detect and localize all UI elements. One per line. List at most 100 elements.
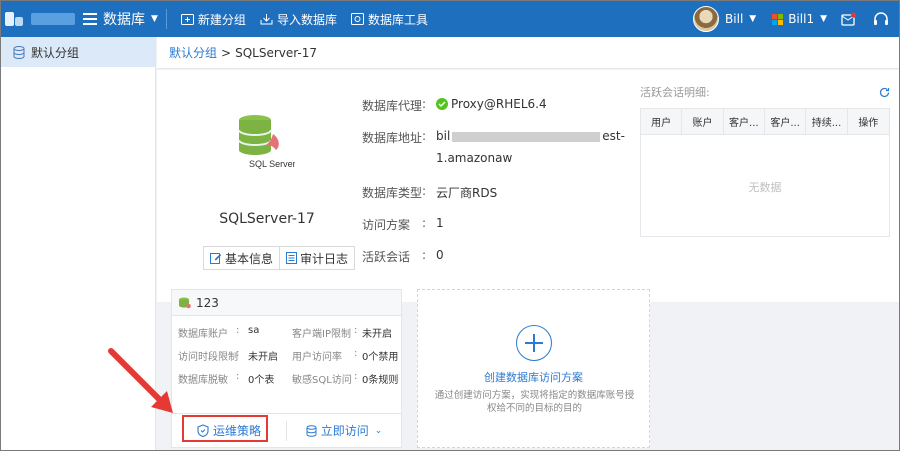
- address-row: 数据库地址 : bil est-: [362, 129, 625, 146]
- type-label: 数据库类型: [362, 186, 423, 200]
- refresh-icon[interactable]: [879, 87, 890, 98]
- active-sessions-header: 活跃会话明细:: [640, 84, 890, 100]
- module-title[interactable]: 数据库: [103, 9, 145, 29]
- plan-card-header: 123: [172, 290, 401, 316]
- import-database-button[interactable]: 导入数据库: [260, 11, 337, 28]
- tenant-logo-square: [778, 19, 784, 25]
- basic-info-button[interactable]: 基本信息: [203, 246, 281, 270]
- headset-icon[interactable]: [873, 11, 889, 27]
- colon: :: [236, 325, 240, 336]
- colon: :: [354, 371, 358, 382]
- notification-icon[interactable]: [841, 12, 857, 26]
- plan-field-value: 0条规则: [362, 375, 399, 386]
- basic-info-label: 基本信息: [225, 251, 274, 266]
- address-line2: 1.amazonaw: [436, 151, 513, 165]
- address-suffix: est-: [602, 129, 625, 143]
- scheme-value: 1: [436, 216, 444, 230]
- tenant-name[interactable]: Bill1: [788, 12, 814, 26]
- colon: :: [354, 348, 358, 359]
- colon: :: [422, 248, 427, 262]
- folder-add-icon: [180, 14, 194, 25]
- access-now-label: 立即访问: [320, 424, 369, 438]
- menu-icon[interactable]: [83, 13, 97, 25]
- column-header[interactable]: 客户...: [765, 109, 807, 134]
- plan-field: 敏感SQL访问:0条规则: [292, 371, 398, 386]
- proxy-label: 数据库代理: [362, 99, 423, 113]
- plan-field-value: 0个禁用: [362, 352, 399, 363]
- create-access-plan-card[interactable]: 创建数据库访问方案 通过创建访问方案，实现将指定的数据库账号授权给不同的目标的目…: [417, 289, 650, 448]
- check-circle-icon: [436, 98, 448, 110]
- add-circle-icon[interactable]: [516, 325, 552, 361]
- plan-name: 123: [196, 295, 219, 310]
- new-group-button[interactable]: 新建分组: [180, 11, 246, 28]
- tenant-logo-square: [772, 19, 778, 25]
- active-sessions-table: 用户 账户 客户... 客户... 持续... 操作 无数据: [640, 108, 890, 237]
- colon: :: [422, 184, 427, 198]
- chevron-down-icon[interactable]: ▼: [151, 14, 158, 24]
- plan-field-value: 未开启: [248, 352, 278, 363]
- address-prefix: bil: [436, 129, 451, 143]
- info-button-group: 基本信息 审计日志: [203, 246, 356, 270]
- plan-field-value: 未开启: [362, 329, 392, 340]
- plan-field-label: 访问时段限制: [178, 352, 238, 363]
- tenant-logo-square: [772, 13, 778, 19]
- proxy-row: 数据库代理 : Proxy@RHEL6.4: [362, 97, 547, 114]
- address-row-2: 1.amazonaw: [436, 151, 512, 165]
- colon: :: [236, 371, 240, 382]
- access-now-button[interactable]: 立即访问 ⌄: [287, 414, 401, 447]
- plan-field-label: 数据库账户: [178, 329, 228, 340]
- colon: :: [236, 348, 240, 359]
- breadcrumb-parent-link[interactable]: 默认分组: [169, 44, 217, 61]
- main-content: 默认分组 > SQLServer-17 SQL Server SQLServer…: [157, 37, 899, 450]
- session-value: 0: [436, 248, 444, 262]
- tenant-logo-square: [778, 13, 784, 19]
- table-header: 用户 账户 客户... 客户... 持续... 操作: [641, 109, 889, 135]
- plan-field-label: 客户端IP限制: [292, 329, 351, 340]
- plan-field-label: 数据库脱敏: [178, 375, 228, 386]
- import-icon: [260, 14, 273, 25]
- audit-log-label: 审计日志: [300, 251, 349, 266]
- sql-server-logo-text: SQL Server: [249, 159, 295, 169]
- breadcrumb-separator: >: [221, 45, 232, 60]
- database-tools-button[interactable]: 数据库工具: [350, 11, 428, 28]
- sidebar-item-default-group[interactable]: 默认分组: [1, 37, 155, 67]
- address-value: bil est-: [436, 129, 625, 146]
- tools-icon: [350, 13, 364, 25]
- tenant-chevron-down-icon[interactable]: ▼: [820, 14, 827, 24]
- avatar[interactable]: [693, 6, 720, 32]
- top-right-area: Bill ▼ Bill1 ▼: [693, 1, 899, 37]
- column-header[interactable]: 持续...: [806, 109, 848, 134]
- database-stack-icon: [179, 297, 191, 308]
- sql-server-logo-icon: SQL Server: [238, 115, 295, 169]
- plan-field-value: 0个表: [248, 375, 275, 386]
- colon: :: [422, 216, 427, 230]
- app-window: 数据库 ▼ 新建分组 导入数据库 数据库工具 Bill ▼ Bill1 ▼ 默认…: [0, 0, 900, 451]
- create-access-plan-title[interactable]: 创建数据库访问方案: [418, 369, 649, 385]
- user-chevron-down-icon[interactable]: ▼: [749, 14, 756, 24]
- plan-field-label: 用户访问率: [292, 352, 342, 363]
- database-name: SQLServer-17: [219, 211, 315, 227]
- active-sessions-panel: 活跃会话明细: 用户 账户 客户... 客户... 持续... 操作 无数据: [640, 84, 890, 237]
- colon: :: [354, 325, 358, 336]
- divider: [165, 9, 167, 29]
- plan-field: 数据库账户: sa: [178, 325, 259, 340]
- plan-field-value: sa: [248, 325, 260, 336]
- address-label: 数据库地址: [362, 131, 423, 145]
- session-label: 活跃会话: [362, 250, 411, 264]
- edit-icon: [210, 253, 222, 264]
- user-name[interactable]: Bill: [725, 12, 743, 26]
- database-info-panel: SQL Server SQLServer-17 基本信息 审计日志 数据库代理 …: [157, 70, 899, 302]
- sidebar-item-label: 默认分组: [31, 45, 80, 60]
- column-header[interactable]: 账户: [682, 109, 724, 134]
- document-icon: [286, 252, 298, 264]
- app-logo[interactable]: [5, 9, 25, 29]
- colon: :: [422, 97, 427, 111]
- colon: :: [422, 129, 427, 143]
- audit-log-button[interactable]: 审计日志: [280, 246, 356, 270]
- breadcrumb-current: SQLServer-17: [235, 45, 318, 60]
- column-header[interactable]: 客户...: [724, 109, 765, 134]
- database-icon: [306, 424, 317, 437]
- column-header[interactable]: 操作: [848, 109, 889, 134]
- new-group-label: 新建分组: [197, 12, 246, 27]
- column-header[interactable]: 用户: [641, 109, 683, 134]
